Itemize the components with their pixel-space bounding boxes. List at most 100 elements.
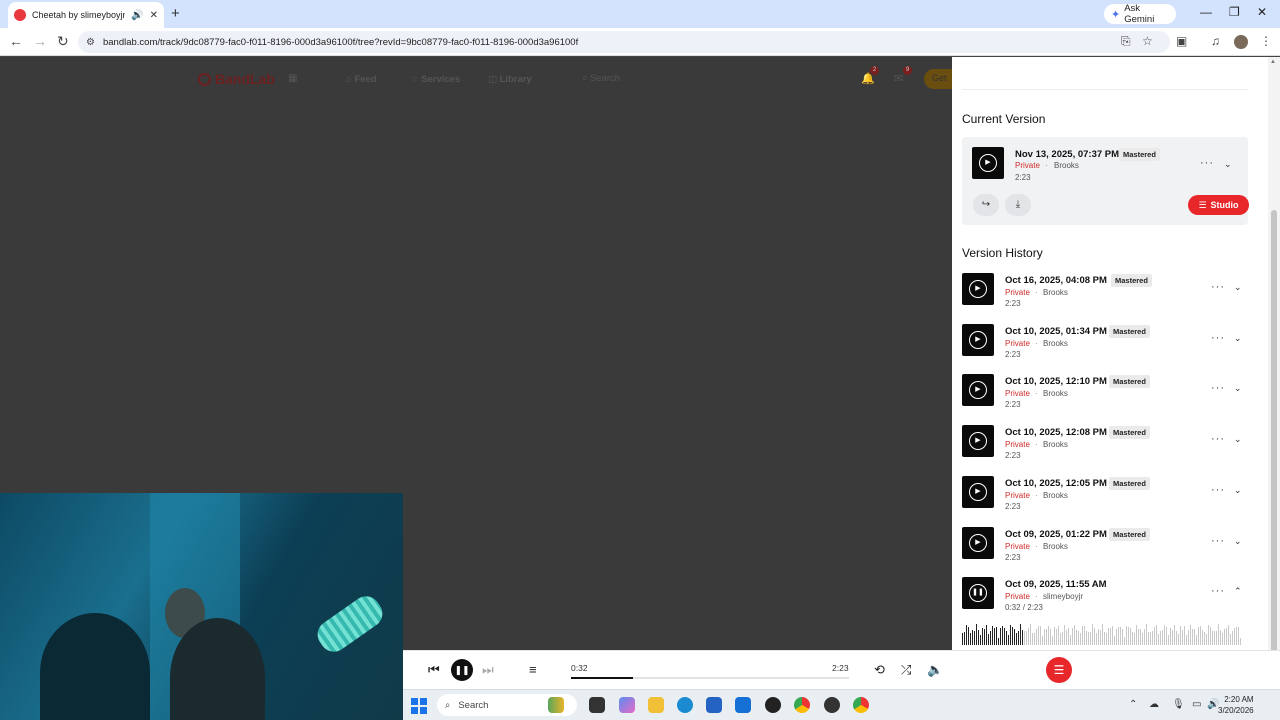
close-window-icon[interactable]: ✕ <box>1257 5 1267 19</box>
volume-icon[interactable]: 🔈 <box>927 662 943 678</box>
side-panel-icon[interactable]: ▣ <box>1176 34 1187 48</box>
bandlab-logo[interactable]: BandLab <box>198 71 275 87</box>
more-options-icon[interactable]: ··· <box>1211 585 1225 597</box>
task-view-icon[interactable] <box>589 697 605 713</box>
edge-icon[interactable] <box>677 697 693 713</box>
bookmark-star-icon[interactable]: ☆ <box>1142 34 1153 48</box>
chevron-down-icon[interactable]: ⌄ <box>1234 434 1242 445</box>
get-button[interactable]: Get <box>924 69 952 89</box>
previous-track-icon[interactable]: ⏮ <box>428 662 440 678</box>
version-play-button[interactable]: ❚❚ <box>962 577 994 609</box>
outlook-icon[interactable] <box>735 697 751 713</box>
tab-strip: Cheetah by slimeyboyjr | Ba 🔊 ✕ + ✦ Ask … <box>0 0 1280 28</box>
chevron-down-icon[interactable]: ⌄ <box>1224 159 1232 170</box>
chevron-down-icon[interactable]: ⌄ <box>1234 536 1242 547</box>
version-play-button[interactable]: ▶ <box>962 324 994 356</box>
tray-expand-icon[interactable]: ⌃ <box>1129 699 1137 710</box>
chatgpt-icon[interactable] <box>765 697 781 713</box>
repeat-icon[interactable]: ⟲ <box>874 662 885 678</box>
file-explorer-icon[interactable] <box>648 697 664 713</box>
more-options-icon[interactable]: ··· <box>1211 332 1225 344</box>
play-icon: ▶ <box>969 280 987 298</box>
forward-icon[interactable]: → <box>33 33 47 49</box>
chrome-icon[interactable] <box>794 697 810 713</box>
tab-close-icon[interactable]: ✕ <box>150 10 158 21</box>
current-play-button[interactable]: ▶ <box>972 147 1004 179</box>
waveform-bar <box>1210 627 1211 645</box>
waveform-bar <box>1240 637 1241 645</box>
maximize-icon[interactable]: ❐ <box>1229 5 1240 19</box>
waveform-bar <box>982 627 983 645</box>
copilot-icon[interactable] <box>619 697 635 713</box>
scrollbar-thumb[interactable] <box>1271 210 1277 662</box>
chrome-active-icon[interactable] <box>853 697 869 713</box>
waveform[interactable] <box>962 623 1248 645</box>
progress-fill <box>571 677 634 679</box>
waveform-bar <box>1026 631 1027 645</box>
chrome-profile-icon[interactable] <box>824 697 840 713</box>
waveform-bar <box>1172 629 1173 645</box>
download-button[interactable]: ⤓ <box>1005 194 1031 216</box>
chevron-up-icon[interactable]: ⌃ <box>1234 586 1242 597</box>
progress-track[interactable] <box>571 677 849 679</box>
version-play-button[interactable]: ▶ <box>962 425 994 457</box>
waveform-bar <box>1156 625 1157 645</box>
more-options-icon[interactable]: ··· <box>1200 157 1214 169</box>
widgets-icon[interactable] <box>548 697 564 713</box>
chevron-down-icon[interactable]: ⌄ <box>1234 333 1242 344</box>
back-icon[interactable]: ← <box>9 33 23 49</box>
browser-menu-icon[interactable]: ⋮ <box>1260 34 1272 48</box>
more-options-icon[interactable]: ··· <box>1211 484 1225 496</box>
waveform-bar <box>1184 626 1185 645</box>
minimize-icon[interactable]: — <box>1200 5 1212 19</box>
chevron-down-icon[interactable]: ⌄ <box>1234 282 1242 293</box>
store-icon[interactable] <box>706 697 722 713</box>
messages-icon[interactable]: ✉ <box>894 72 903 85</box>
waveform-bar <box>1170 628 1171 645</box>
waveform-bar <box>1228 624 1229 645</box>
clock[interactable]: 2:20 AM 3/20/2026 <box>1218 694 1254 716</box>
reload-icon[interactable]: ↻ <box>57 33 69 50</box>
nav-library[interactable]: ◫ Library <box>488 74 532 85</box>
install-app-icon[interactable]: ⎘ <box>1121 34 1131 49</box>
queue-icon[interactable]: ≡ <box>529 662 537 677</box>
nav-services[interactable]: ☆ Services <box>410 74 460 85</box>
media-control-icon[interactable]: ♫ <box>1211 34 1220 48</box>
microphone-icon[interactable]: 🎙 <box>1172 699 1185 710</box>
shuffle-icon[interactable]: ⤮ <box>901 662 911 678</box>
waveform-bar <box>1082 625 1083 645</box>
next-track-icon[interactable]: ⏭ <box>482 662 494 678</box>
share-button[interactable]: ↪ <box>973 194 999 216</box>
omnibox[interactable]: ⚙ bandlab.com/track/9dc08779-fac0-f011-8… <box>78 31 1170 53</box>
new-tab-button[interactable]: + <box>171 5 180 22</box>
network-icon[interactable]: ▭ <box>1192 699 1201 710</box>
more-options-icon[interactable]: ··· <box>1211 382 1225 394</box>
version-play-button[interactable]: ▶ <box>962 374 994 406</box>
site-info-icon[interactable]: ⚙ <box>86 37 95 48</box>
windows-start-icon[interactable] <box>411 698 427 714</box>
profile-avatar[interactable] <box>1234 35 1248 49</box>
ask-gemini-button[interactable]: ✦ Ask Gemini <box>1104 3 1176 25</box>
version-play-button[interactable]: ▶ <box>962 527 994 559</box>
pause-button[interactable]: ❚❚ <box>451 659 473 681</box>
current-version-heading: Current Version <box>962 112 1046 126</box>
bandlab-search[interactable]: ⌕ Search <box>582 73 620 84</box>
panel-scrollbar[interactable]: ▲ ▼ <box>1268 57 1280 688</box>
more-options-icon[interactable]: ··· <box>1211 535 1225 547</box>
onedrive-icon[interactable]: ☁ <box>1149 699 1159 710</box>
more-options-icon[interactable]: ··· <box>1211 281 1225 293</box>
studio-button[interactable]: ☰ Studio <box>1188 195 1249 215</box>
version-play-button[interactable]: ▶ <box>962 476 994 508</box>
chevron-down-icon[interactable]: ⌄ <box>1234 383 1242 394</box>
scroll-up-icon[interactable]: ▲ <box>1270 59 1276 65</box>
separator-dot: · <box>1035 592 1038 601</box>
tab-active[interactable]: Cheetah by slimeyboyjr | Ba 🔊 ✕ <box>8 2 164 28</box>
chevron-down-icon[interactable]: ⌄ <box>1234 485 1242 496</box>
more-options-icon[interactable]: ··· <box>1211 433 1225 445</box>
nav-feed[interactable]: ⌂ Feed <box>346 74 377 85</box>
player-menu-button[interactable]: ☰ <box>1046 657 1072 683</box>
audio-playing-icon[interactable]: 🔊 <box>131 10 143 21</box>
apps-grid-icon[interactable]: ▦ <box>288 73 297 84</box>
player-bar: ⏮ ❚❚ ⏭ ≡ 0:32 2:23 ⟲ ⤮ 🔈 ☰ <box>403 650 1280 689</box>
version-play-button[interactable]: ▶ <box>962 273 994 305</box>
